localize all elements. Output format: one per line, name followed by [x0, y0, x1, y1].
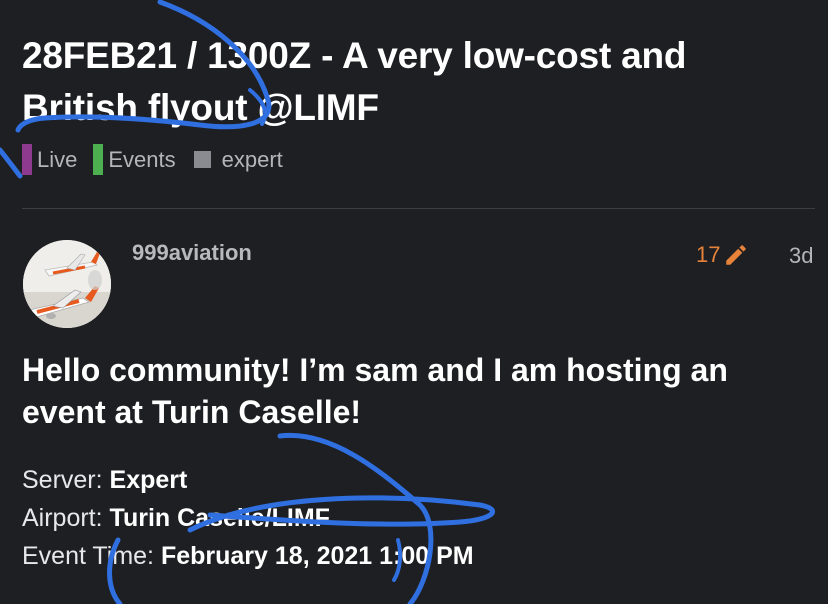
tag-expert-color-square — [193, 151, 211, 168]
tag-live-color-bar — [22, 144, 32, 175]
tag-events-label: Events — [108, 146, 176, 172]
edit-count: 17 — [696, 242, 721, 267]
edit-history-button[interactable]: 17 — [696, 242, 749, 268]
header-divider — [22, 208, 815, 209]
topic-page: 28FEB21 / 1300Z - A very low-cost and Br… — [0, 0, 828, 604]
topic-tags: Live Events expert — [22, 144, 299, 175]
detail-airport-value: Turin Caselle/LIMF — [109, 504, 330, 532]
tag-live-label: Live — [37, 146, 78, 172]
avatar[interactable] — [23, 240, 111, 328]
detail-event-time: Event Time: February 18, 2021 1:00 PM — [22, 538, 474, 574]
airplane-model-avatar-image — [23, 240, 111, 328]
tag-events[interactable]: Events — [93, 144, 176, 175]
tag-expert-label: expert — [221, 146, 283, 172]
tag-events-color-bar — [93, 144, 104, 175]
detail-server-value: Expert — [109, 466, 188, 494]
detail-event-time-value: February 18, 2021 1:00 PM — [160, 542, 474, 570]
detail-airport-label: Airport: — [22, 504, 110, 532]
topic-title[interactable]: 28FEB21 / 1300Z - A very low-cost and Br… — [22, 30, 812, 134]
pencil-icon — [726, 245, 747, 265]
detail-server-label: Server: — [22, 466, 110, 494]
detail-server: Server: Expert — [22, 462, 187, 498]
tag-expert[interactable]: expert — [192, 147, 283, 173]
detail-event-time-label: Event Time: — [22, 542, 161, 570]
detail-airport: Airport: Turin Caselle/LIMF — [22, 500, 330, 536]
post-headline: Hello community! I’m sam and I am hostin… — [22, 352, 728, 430]
post-author-username[interactable]: 999aviation — [132, 240, 252, 266]
tag-live[interactable]: Live — [22, 144, 77, 175]
post-date[interactable]: 3d — [789, 243, 813, 269]
